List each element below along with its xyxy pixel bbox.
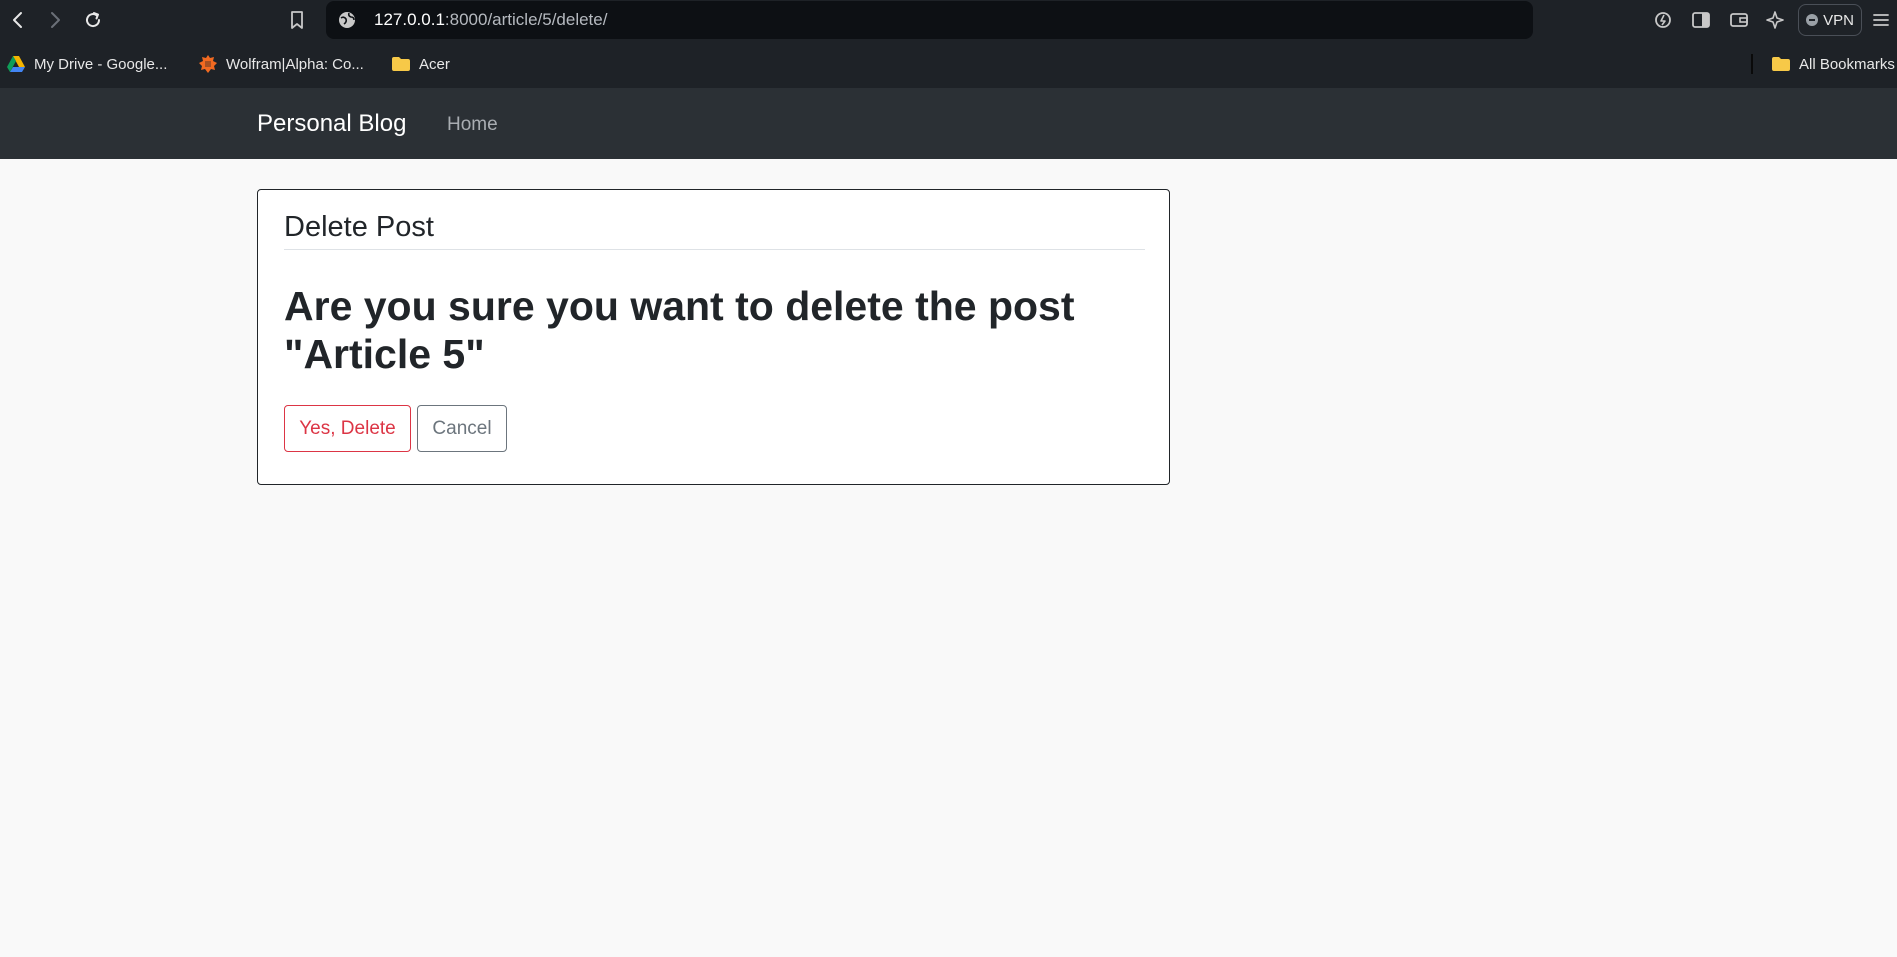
forward-icon[interactable]	[41, 6, 69, 34]
sidebar-icon[interactable]	[1689, 8, 1713, 32]
site-brand-link[interactable]: Personal Blog	[257, 110, 406, 138]
bookmark-wolfram-alpha[interactable]: Wolfram|Alpha: Co...	[198, 52, 364, 76]
bookmark-page-icon[interactable]	[283, 6, 311, 34]
ai-sparkle-icon[interactable]	[1764, 8, 1788, 32]
delete-post-card: Delete Post Are you sure you want to del…	[257, 189, 1170, 485]
vpn-label: VPN	[1823, 11, 1854, 29]
bookmark-label: My Drive - Google...	[34, 55, 168, 73]
card-header: Delete Post	[284, 208, 1145, 250]
bookmarks-divider	[1751, 54, 1753, 74]
browser-toolbar: 127.0.0.1:8000/article/5/delete/ VPN	[0, 0, 1897, 40]
bookmark-label: Acer	[419, 55, 450, 73]
site-navbar: Personal Blog Home	[0, 88, 1897, 159]
bookmarks-bar: My Drive - Google... Wolfram|Alpha: Co..…	[0, 48, 1897, 80]
card-title: Delete Post	[284, 211, 434, 243]
menu-icon[interactable]	[1869, 8, 1893, 32]
folder-icon	[392, 57, 410, 71]
site-info-icon[interactable]	[338, 11, 356, 29]
browser-chrome: 127.0.0.1:8000/article/5/delete/ VPN My …	[0, 0, 1897, 88]
cancel-button[interactable]: Cancel	[417, 405, 507, 452]
google-drive-icon	[7, 56, 25, 72]
folder-icon	[1772, 57, 1790, 71]
vpn-status-icon	[1806, 14, 1819, 26]
bookmark-acer[interactable]: Acer	[391, 52, 450, 76]
confirm-delete-button[interactable]: Yes, Delete	[284, 405, 411, 452]
all-bookmarks-label: All Bookmarks	[1799, 55, 1895, 73]
speed-dial-icon[interactable]	[1651, 8, 1675, 32]
wolfram-icon	[199, 55, 217, 73]
all-bookmarks[interactable]: All Bookmarks	[1771, 52, 1895, 76]
vpn-button[interactable]: VPN	[1798, 4, 1862, 36]
url-path: :8000/article/5/delete/	[444, 10, 608, 29]
wallet-icon[interactable]	[1727, 8, 1751, 32]
bookmark-my-drive[interactable]: My Drive - Google...	[6, 52, 167, 76]
nav-home-link[interactable]: Home	[447, 114, 498, 136]
back-icon[interactable]	[4, 6, 32, 34]
address-bar[interactable]: 127.0.0.1:8000/article/5/delete/	[326, 1, 1533, 39]
delete-confirmation-question: Are you sure you want to delete the post…	[284, 283, 1075, 377]
url-host: 127.0.0.1	[374, 10, 445, 29]
reload-icon[interactable]	[79, 6, 107, 34]
bookmark-label: Wolfram|Alpha: Co...	[226, 55, 364, 73]
url-text[interactable]: 127.0.0.1:8000/article/5/delete/	[374, 10, 607, 30]
